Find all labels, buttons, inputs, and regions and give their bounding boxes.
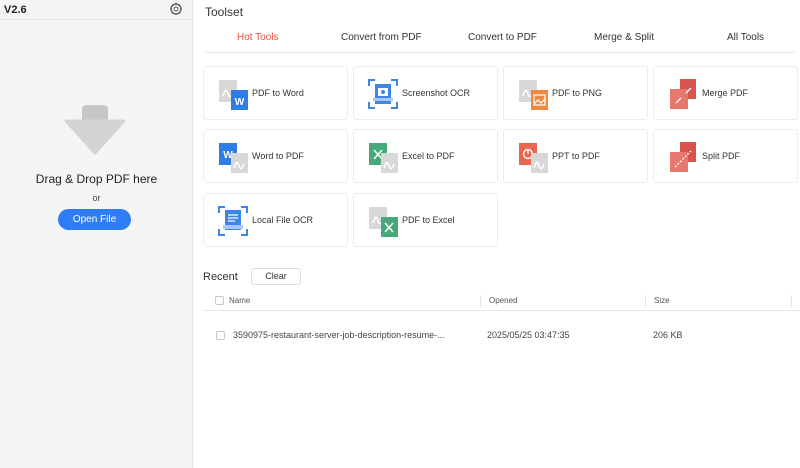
drop-text: Drag & Drop PDF here xyxy=(35,172,158,186)
tool-label: PPT to PDF xyxy=(552,151,600,161)
tool-label: Word to PDF xyxy=(252,151,304,161)
select-all-checkbox[interactable] xyxy=(215,296,224,305)
pdf-to-excel-icon xyxy=(369,207,398,237)
table-header: Name Opened Size xyxy=(203,292,800,311)
excel-to-pdf-icon xyxy=(369,143,398,173)
version-label: V2.6 xyxy=(4,4,27,16)
file-name: 3590975-restaurant-server-job-descriptio… xyxy=(233,330,445,340)
drop-arrow-icon xyxy=(64,105,126,155)
tool-ppt-to-pdf[interactable]: PPT to PDF xyxy=(503,129,648,183)
tab-all-tools[interactable]: All Tools xyxy=(727,32,764,43)
column-separator xyxy=(480,295,481,307)
svg-text:W: W xyxy=(235,97,245,108)
tab-convert-from-pdf[interactable]: Convert from PDF xyxy=(341,32,422,43)
clear-button[interactable]: Clear xyxy=(251,268,301,285)
tool-label: Excel to PDF xyxy=(402,151,455,161)
pdf-to-png-icon xyxy=(519,80,548,110)
tool-word-to-pdf[interactable]: W Word to PDF xyxy=(203,129,348,183)
tool-local-file-ocr[interactable]: Local File OCR xyxy=(203,193,348,247)
tool-pdf-to-png[interactable]: PDF to PNG xyxy=(503,66,648,120)
tool-label: Merge PDF xyxy=(702,88,749,98)
table-row[interactable]: 3590975-restaurant-server-job-descriptio… xyxy=(203,324,800,346)
split-pdf-icon xyxy=(670,142,696,172)
divider xyxy=(0,19,193,20)
main-panel: Toolset Hot Tools Convert from PDF Conve… xyxy=(193,0,800,468)
word-to-pdf-icon: W xyxy=(219,143,248,173)
tool-label: Split PDF xyxy=(702,151,741,161)
page-title: Toolset xyxy=(205,5,244,19)
tool-label: PDF to Excel xyxy=(402,215,455,225)
tool-label: Local File OCR xyxy=(252,215,314,225)
left-panel: V2.6 Drag & Drop PDF here or Open File xyxy=(0,0,193,468)
pdf-to-word-icon: W xyxy=(219,80,248,110)
tool-label: Screenshot OCR xyxy=(402,88,471,98)
row-checkbox[interactable] xyxy=(216,331,225,340)
column-separator xyxy=(791,295,792,307)
local-file-ocr-icon xyxy=(218,206,248,236)
column-header-opened[interactable]: Opened xyxy=(489,296,517,305)
tool-label: PDF to Word xyxy=(252,88,304,98)
file-opened: 2025/05/25 03:47:35 xyxy=(487,330,570,340)
tool-pdf-to-word[interactable]: W PDF to Word xyxy=(203,66,348,120)
recent-title: Recent xyxy=(203,271,238,283)
screenshot-ocr-icon xyxy=(368,79,398,109)
column-separator xyxy=(645,295,646,307)
tab-bar: Hot Tools Convert from PDF Convert to PD… xyxy=(205,28,795,53)
open-file-button[interactable]: Open File xyxy=(58,209,131,230)
tab-merge-split[interactable]: Merge & Split xyxy=(594,32,654,43)
tool-screenshot-ocr[interactable]: Screenshot OCR xyxy=(353,66,498,120)
tool-merge-pdf[interactable]: Merge PDF xyxy=(653,66,798,120)
tool-excel-to-pdf[interactable]: Excel to PDF xyxy=(353,129,498,183)
column-header-size[interactable]: Size xyxy=(654,296,670,305)
file-size: 206 KB xyxy=(653,330,683,340)
merge-pdf-icon xyxy=(670,79,696,109)
tab-hot-tools[interactable]: Hot Tools xyxy=(237,32,279,43)
tool-label: PDF to PNG xyxy=(552,88,603,98)
settings-icon[interactable] xyxy=(169,2,183,16)
or-text: or xyxy=(92,193,101,203)
tab-convert-to-pdf[interactable]: Convert to PDF xyxy=(468,32,537,43)
ppt-to-pdf-icon xyxy=(519,143,548,173)
tool-split-pdf[interactable]: Split PDF xyxy=(653,129,798,183)
tool-pdf-to-excel[interactable]: PDF to Excel xyxy=(353,193,498,247)
column-header-name[interactable]: Name xyxy=(229,296,250,305)
